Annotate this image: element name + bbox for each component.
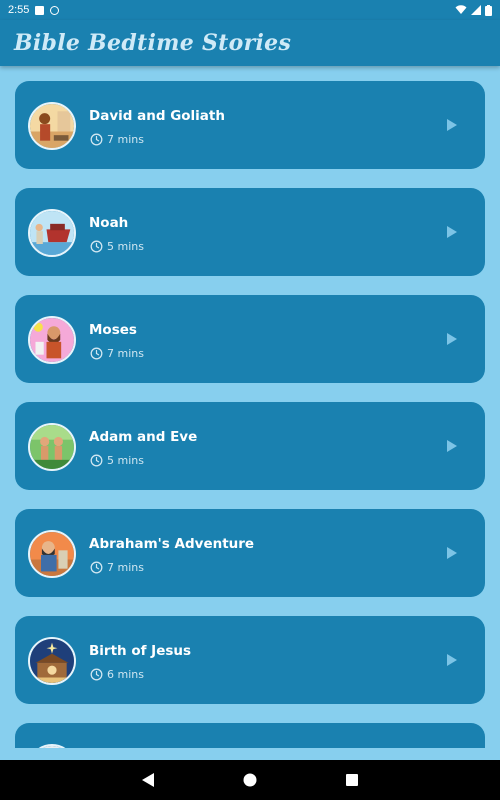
story-card-birth-of-jesus[interactable]: Birth of Jesus 6 mins	[15, 616, 485, 704]
status-bar: 2:55	[0, 0, 500, 20]
clock-icon	[90, 240, 103, 253]
story-title: David and Goliath	[89, 108, 225, 124]
story-card-partial[interactable]	[15, 723, 485, 748]
clock-icon	[90, 347, 103, 360]
story-thumbnail	[28, 530, 76, 578]
story-duration: 5 mins	[90, 240, 144, 253]
story-title: Adam and Eve	[89, 429, 198, 445]
story-duration: 5 mins	[90, 454, 144, 467]
story-list[interactable]: David and Goliath 7 mins Noah 5 mins Mos…	[0, 66, 500, 748]
play-icon[interactable]	[447, 654, 457, 666]
app-title: Bible Bedtime Stories	[14, 30, 292, 56]
back-icon[interactable]	[140, 772, 156, 788]
story-card-david-and-goliath[interactable]: David and Goliath 7 mins	[15, 81, 485, 169]
signal-icon	[471, 5, 481, 15]
story-duration-text: 7 mins	[107, 561, 144, 574]
notification-icon	[35, 5, 45, 15]
play-icon[interactable]	[447, 226, 457, 238]
story-duration: 7 mins	[90, 133, 144, 146]
story-duration-text: 7 mins	[107, 347, 144, 360]
story-duration-text: 6 mins	[107, 668, 144, 681]
story-duration: 7 mins	[90, 561, 144, 574]
story-card-moses[interactable]: Moses 7 mins	[15, 295, 485, 383]
story-thumbnail	[28, 209, 76, 257]
battery-icon	[485, 4, 492, 16]
app-bar: Bible Bedtime Stories	[0, 20, 500, 66]
story-duration-text: 7 mins	[107, 133, 144, 146]
story-card-abrahams-adventure[interactable]: Abraham's Adventure 7 mins	[15, 509, 485, 597]
story-card-noah[interactable]: Noah 5 mins	[15, 188, 485, 276]
story-thumbnail	[28, 423, 76, 471]
home-icon[interactable]	[242, 772, 258, 788]
story-duration: 7 mins	[90, 347, 144, 360]
story-thumbnail	[28, 637, 76, 685]
sync-icon	[50, 5, 60, 15]
story-duration: 6 mins	[90, 668, 144, 681]
clock-icon	[90, 668, 103, 681]
play-icon[interactable]	[447, 119, 457, 131]
clock-icon	[90, 133, 103, 146]
story-title: Moses	[89, 322, 137, 338]
status-time: 2:55	[8, 4, 30, 16]
story-title: Birth of Jesus	[89, 643, 192, 659]
clock-icon	[90, 454, 103, 467]
story-title: Noah	[89, 215, 129, 231]
play-icon[interactable]	[447, 440, 457, 452]
story-thumbnail	[28, 102, 76, 150]
story-thumbnail	[28, 316, 76, 364]
navigation-bar	[0, 760, 500, 800]
story-card-adam-and-eve[interactable]: Adam and Eve 5 mins	[15, 402, 485, 490]
story-duration-text: 5 mins	[107, 240, 144, 253]
play-icon[interactable]	[447, 333, 457, 345]
clock-icon	[90, 561, 103, 574]
recents-icon[interactable]	[344, 772, 360, 788]
story-title: Abraham's Adventure	[89, 536, 255, 552]
wifi-icon	[455, 5, 467, 14]
story-thumbnail	[28, 744, 76, 748]
story-duration-text: 5 mins	[107, 454, 144, 467]
play-icon[interactable]	[447, 547, 457, 559]
